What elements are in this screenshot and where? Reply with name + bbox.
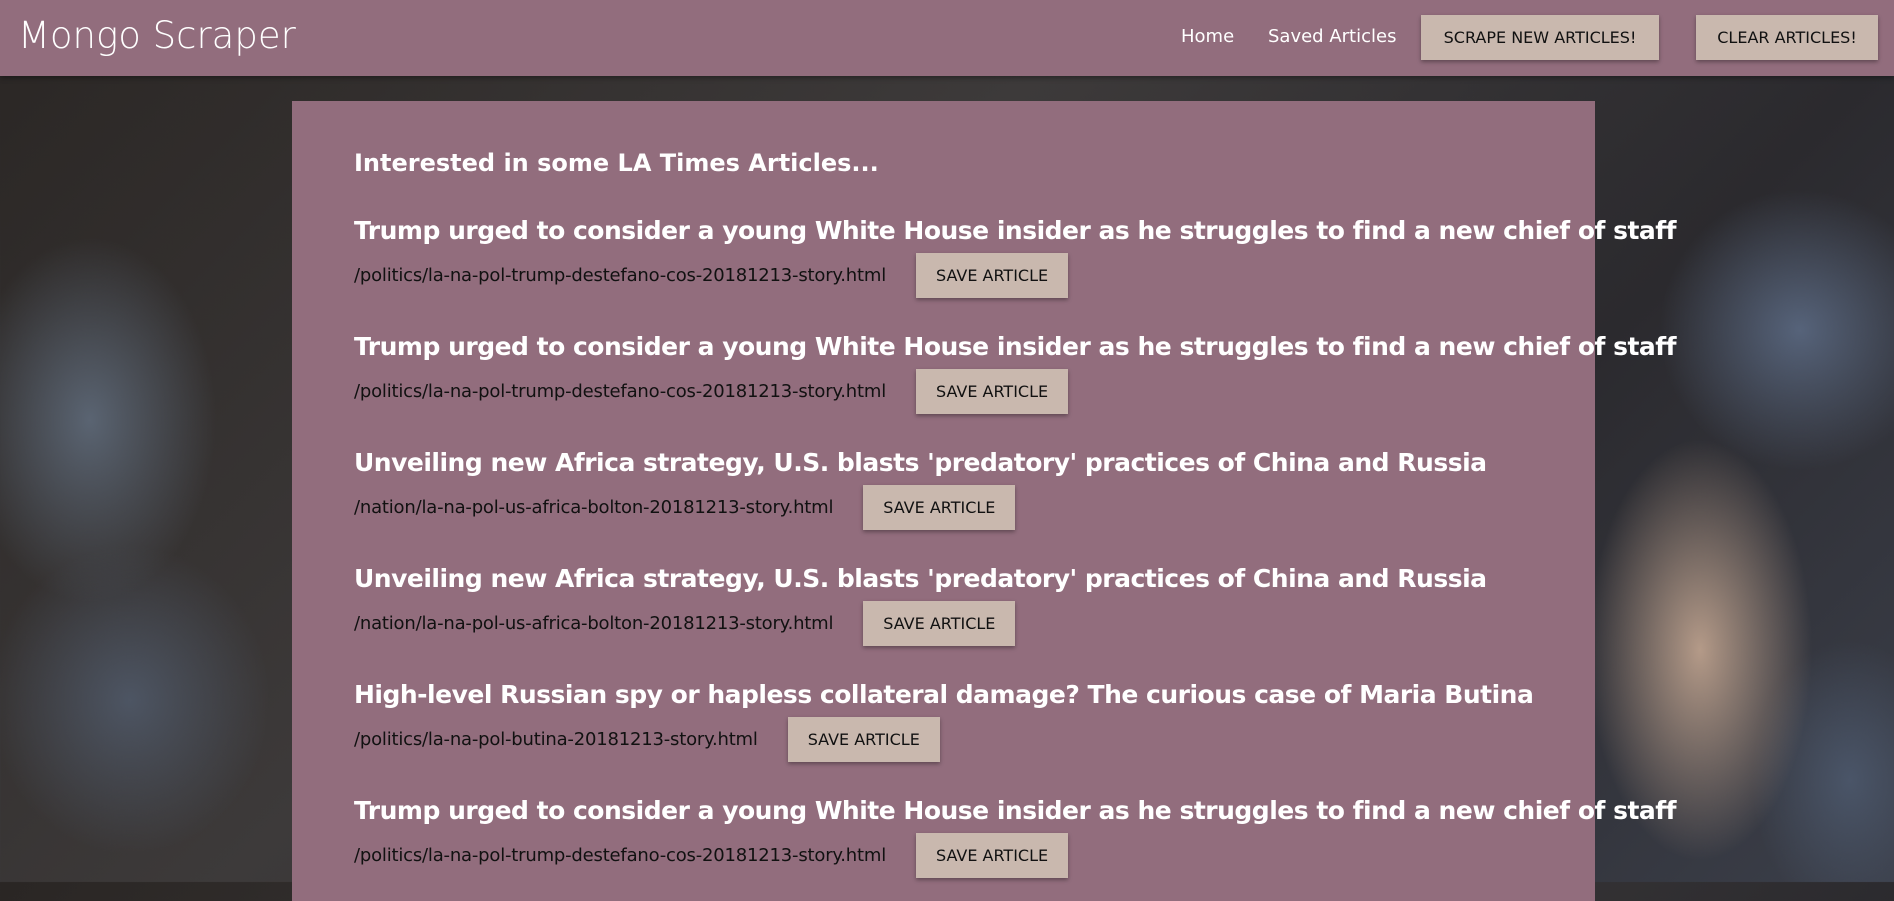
save-article-button[interactable]: SAVE ARTICLE [916, 369, 1069, 414]
article-url[interactable]: /politics/la-na-pol-trump-destefano-cos-… [354, 381, 886, 402]
article-url[interactable]: /politics/la-na-pol-trump-destefano-cos-… [354, 265, 886, 286]
save-article-button[interactable]: SAVE ARTICLE [787, 717, 940, 762]
save-article-button[interactable]: SAVE ARTICLE [863, 485, 1016, 530]
article-item: Trump urged to consider a young White Ho… [354, 216, 1677, 298]
navbar: Mongo Scraper Home Saved Articles SCRAPE… [0, 0, 1894, 76]
scrape-new-articles-button[interactable]: SCRAPE NEW ARTICLES! [1421, 15, 1659, 60]
article-title[interactable]: Trump urged to consider a young White Ho… [354, 796, 1677, 825]
brand-logo[interactable]: Mongo Scraper [18, 14, 296, 57]
article-item: Unveiling new Africa strategy, U.S. blas… [354, 448, 1487, 530]
save-article-button[interactable]: SAVE ARTICLE [863, 601, 1016, 646]
article-item: Trump urged to consider a young White Ho… [354, 796, 1677, 878]
nav-saved-articles-link[interactable]: Saved Articles [1268, 26, 1396, 47]
article-title[interactable]: Trump urged to consider a young White Ho… [354, 332, 1677, 361]
intro-heading: Interested in some LA Times Articles... [354, 149, 879, 177]
article-url[interactable]: /politics/la-na-pol-butina-20181213-stor… [354, 729, 758, 750]
save-article-button[interactable]: SAVE ARTICLE [916, 833, 1069, 878]
article-url[interactable]: /nation/la-na-pol-us-africa-bolton-20181… [354, 497, 833, 518]
article-title[interactable]: Unveiling new Africa strategy, U.S. blas… [354, 564, 1487, 593]
article-title[interactable]: Unveiling new Africa strategy, U.S. blas… [354, 448, 1487, 477]
articles-panel: Interested in some LA Times Articles... … [292, 101, 1677, 901]
article-item: High-level Russian spy or hapless collat… [354, 680, 1534, 762]
article-url[interactable]: /nation/la-na-pol-us-africa-bolton-20181… [354, 613, 833, 634]
article-item: Trump urged to consider a young White Ho… [354, 332, 1677, 414]
article-item: Unveiling new Africa strategy, U.S. blas… [354, 564, 1487, 646]
article-title[interactable]: Trump urged to consider a young White Ho… [354, 216, 1677, 245]
clear-articles-button[interactable]: CLEAR ARTICLES! [1696, 15, 1878, 60]
save-article-button[interactable]: SAVE ARTICLE [916, 253, 1069, 298]
article-url[interactable]: /politics/la-na-pol-trump-destefano-cos-… [354, 845, 886, 866]
article-title[interactable]: High-level Russian spy or hapless collat… [354, 680, 1534, 709]
nav-home-link[interactable]: Home [1181, 26, 1234, 47]
